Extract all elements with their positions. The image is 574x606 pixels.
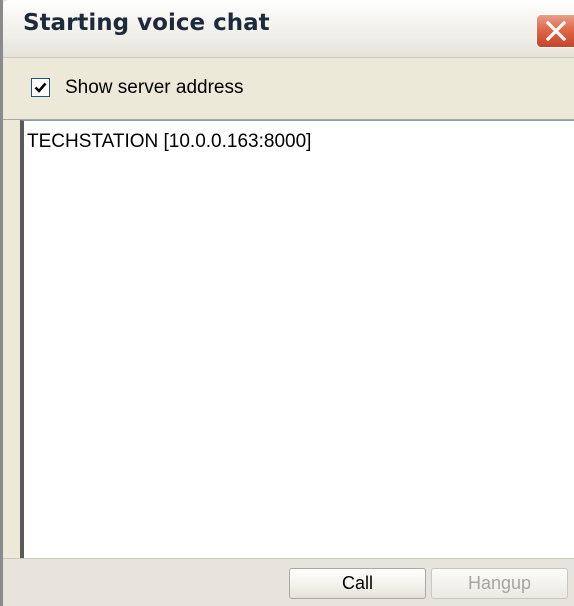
window-title: Starting voice chat bbox=[23, 10, 270, 36]
close-button[interactable] bbox=[536, 14, 574, 48]
button-bar: Call Hangup bbox=[3, 558, 574, 606]
server-list-area[interactable]: TECHSTATION [10.0.0.163:8000] bbox=[20, 120, 574, 558]
call-button[interactable]: Call bbox=[289, 568, 426, 599]
close-icon bbox=[545, 20, 567, 42]
show-server-address-checkbox[interactable] bbox=[31, 78, 50, 97]
server-entry[interactable]: TECHSTATION [10.0.0.163:8000] bbox=[27, 131, 311, 153]
options-row: Show server address bbox=[3, 58, 574, 120]
title-bar[interactable]: Starting voice chat bbox=[3, 0, 574, 58]
checkmark-icon bbox=[34, 82, 47, 93]
voice-chat-dialog: Starting voice chat Show server address … bbox=[0, 0, 574, 606]
hangup-button: Hangup bbox=[431, 568, 568, 599]
show-server-address-label[interactable]: Show server address bbox=[65, 77, 243, 99]
